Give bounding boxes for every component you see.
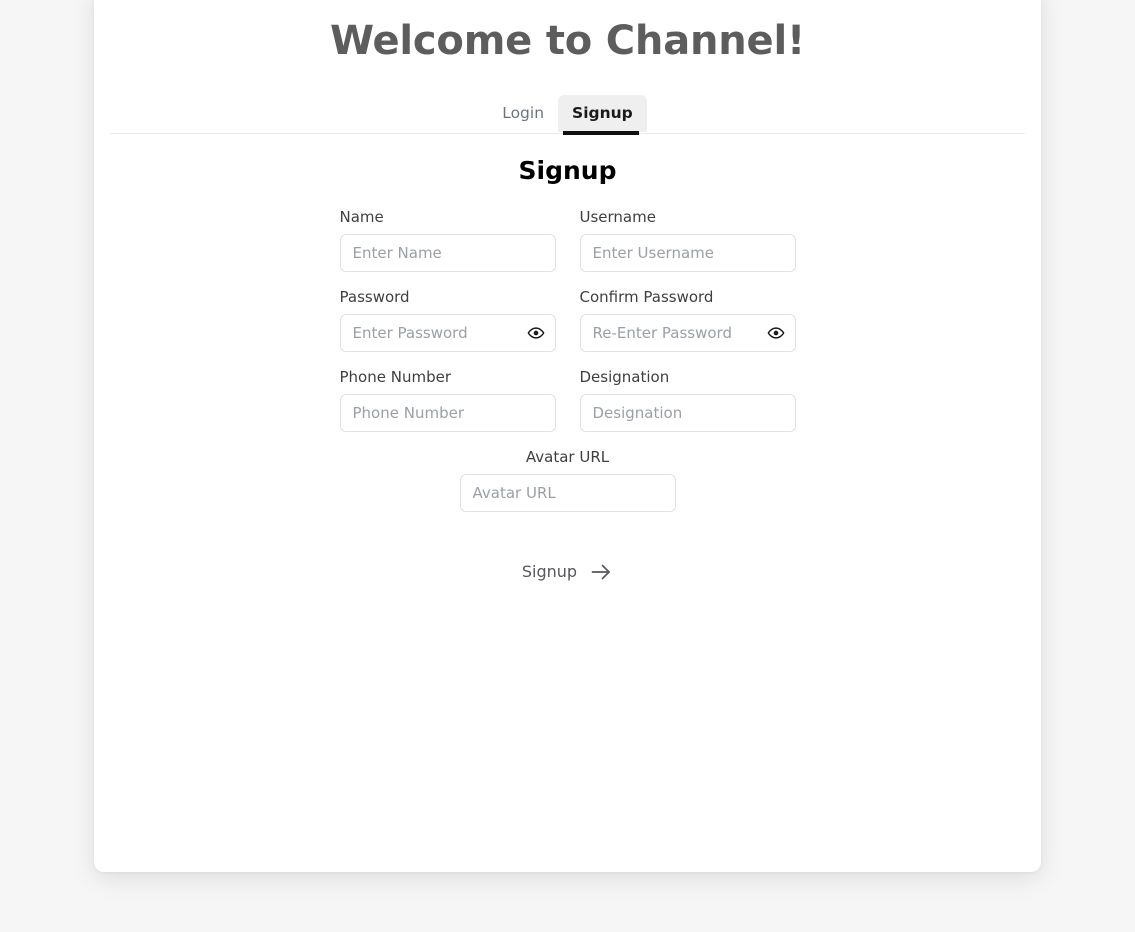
eye-icon xyxy=(527,324,545,342)
input-shell-phone-number xyxy=(339,394,556,432)
field-label-password: Password xyxy=(339,288,410,306)
tab-login[interactable]: Login xyxy=(488,95,558,132)
field-confirm-password: Confirm Password xyxy=(579,288,796,352)
input-shell-name xyxy=(339,234,556,272)
signup-card: Welcome to Channel! Login Signup Signup … xyxy=(94,0,1041,872)
username-input[interactable] xyxy=(579,234,796,272)
avatar-url-input[interactable] xyxy=(459,474,676,512)
tab-active-indicator xyxy=(562,131,639,135)
form-row-name-username: Name Username xyxy=(339,208,796,272)
tab-signup[interactable]: Signup xyxy=(558,95,647,132)
designation-input[interactable] xyxy=(579,394,796,432)
card-inner: Welcome to Channel! Login Signup Signup … xyxy=(94,0,1041,872)
signup-submit-label: Signup xyxy=(521,562,578,581)
form-row-password-confirm: Password Confirm Password xyxy=(339,288,796,352)
eye-icon xyxy=(767,324,785,342)
form-row-phone-designation: Phone Number Designation xyxy=(339,368,796,432)
field-password: Password xyxy=(339,288,556,352)
input-shell-confirm-password xyxy=(579,314,796,352)
field-label-avatar-url: Avatar URL xyxy=(525,448,610,466)
page-title: Welcome to Channel! xyxy=(329,18,806,64)
auth-tabs: Login Signup xyxy=(94,86,1041,135)
phone-number-input[interactable] xyxy=(339,394,556,432)
tab-list: Login Signup xyxy=(94,86,1041,132)
input-shell-password xyxy=(339,314,556,352)
form-heading: Signup xyxy=(518,156,617,185)
arrow-right-icon xyxy=(589,560,613,584)
field-username: Username xyxy=(579,208,796,272)
field-label-designation: Designation xyxy=(579,368,670,386)
form-row-avatar-url: Avatar URL xyxy=(340,448,796,512)
submit-row: Signup xyxy=(340,528,796,588)
toggle-password-visibility-button[interactable] xyxy=(524,321,548,345)
signup-form: Name Username Password xyxy=(339,186,796,588)
field-label-name: Name xyxy=(339,208,384,226)
field-label-username: Username xyxy=(579,208,656,226)
signup-submit-button[interactable]: Signup xyxy=(514,556,621,588)
field-designation: Designation xyxy=(579,368,796,432)
field-avatar-url: Avatar URL xyxy=(459,448,676,512)
field-name: Name xyxy=(339,208,556,272)
input-shell-avatar-url xyxy=(459,474,676,512)
app-root: Welcome to Channel! Login Signup Signup … xyxy=(0,0,1135,932)
name-input[interactable] xyxy=(339,234,556,272)
toggle-confirm-password-visibility-button[interactable] xyxy=(764,321,788,345)
field-label-phone-number: Phone Number xyxy=(339,368,452,386)
input-shell-designation xyxy=(579,394,796,432)
field-label-confirm-password: Confirm Password xyxy=(579,288,714,306)
input-shell-username xyxy=(579,234,796,272)
field-phone-number: Phone Number xyxy=(339,368,556,432)
